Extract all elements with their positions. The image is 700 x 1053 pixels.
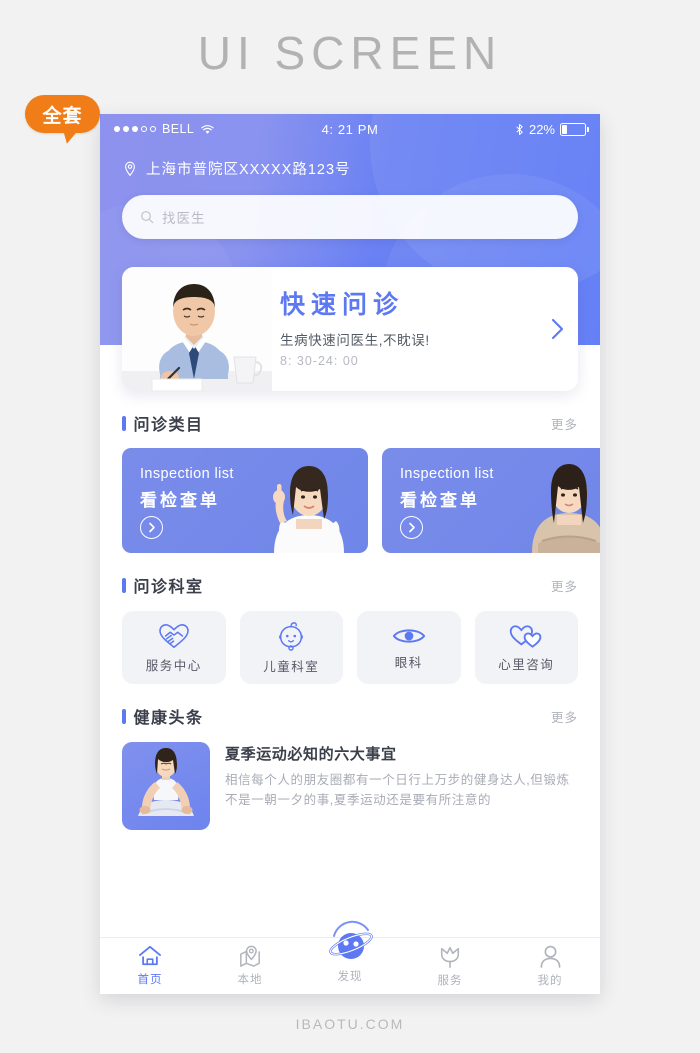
department-label: 心里咨询 — [498, 657, 555, 672]
double-heart-icon — [509, 624, 542, 648]
department-item-service-center[interactable]: 服务中心 — [122, 611, 226, 684]
handshake-heart-icon — [158, 623, 189, 648]
more-link-departments[interactable]: 更多 — [551, 576, 578, 595]
baby-face-icon — [279, 621, 304, 651]
bluetooth-icon — [516, 123, 523, 135]
category-card-cn-label: 看检查单 — [140, 491, 220, 510]
department-label: 眼科 — [394, 655, 423, 670]
eye-icon — [392, 628, 425, 643]
phone-screen: BELL 4: 21 PM 22% 上海市普院区XXXXX路123号 找医生 快… — [100, 114, 600, 994]
tab-label: 首页 — [137, 974, 163, 986]
banner-time: 8: 30-24: 00 — [280, 354, 359, 368]
category-card-cn-label: 看检查单 — [400, 491, 480, 510]
category-card-row: Inspection list 看检查单 Inspection list 看检查… — [122, 448, 600, 553]
chevron-right-circle-icon — [408, 522, 415, 533]
department-label: 服务中心 — [145, 658, 202, 673]
tab-label: 服务 — [437, 974, 463, 987]
section-accent-bar — [122, 708, 126, 724]
status-bar: BELL 4: 21 PM 22% — [100, 114, 600, 144]
news-body: 夏季运动必知的六大事宜 相信每个人的朋友圈都有一个日行上万步的健身达人,但锻炼不… — [225, 742, 578, 830]
section-header-categories: 问诊类目 更多 — [122, 411, 578, 435]
search-placeholder: 找医生 — [162, 211, 206, 226]
department-row: 服务中心 儿童科室 眼科 心里咨询 — [122, 611, 578, 684]
tab-label: 本地 — [237, 974, 263, 986]
tab-label: 发现 — [337, 971, 363, 983]
full-set-badge: 全套 — [25, 95, 100, 146]
quick-consult-banner-wrapper: 快速问诊 生病快速问医生,不眈误! 8: 30-24: 00 — [100, 267, 600, 391]
section-title-categories: 问诊类目 — [133, 417, 204, 434]
tulip-icon — [440, 946, 460, 968]
battery-percent-label: 22% — [528, 121, 555, 137]
more-link-categories[interactable]: 更多 — [551, 414, 578, 433]
section-header-news: 健康头条 更多 — [122, 704, 578, 728]
woman-pointing-photo — [256, 453, 362, 553]
section-title-news: 健康头条 — [133, 710, 204, 727]
map-pin-icon — [125, 161, 135, 176]
section-accent-bar — [122, 415, 126, 431]
tab-service[interactable]: 服务 — [400, 945, 500, 988]
category-card-en-label: Inspection list — [140, 466, 234, 482]
category-card-arrow-button[interactable] — [140, 516, 163, 539]
category-card-arrow-button[interactable] — [400, 516, 423, 539]
tab-local[interactable]: 本地 — [200, 945, 300, 987]
news-description: 相信每个人的朋友圈都有一个日行上万步的健身达人,但锻炼不是一朝一夕的事,夏季运动… — [225, 773, 570, 808]
news-item[interactable]: 夏季运动必知的六大事宜 相信每个人的朋友圈都有一个日行上万步的健身达人,但锻炼不… — [122, 742, 578, 830]
home-icon — [139, 945, 161, 966]
badge-tail-icon — [59, 126, 80, 146]
tab-label: 我的 — [537, 974, 563, 987]
location-row[interactable]: 上海市普院区XXXXX路123号 — [100, 144, 600, 179]
department-label: 儿童科室 — [263, 659, 320, 674]
yoga-woman-photo — [122, 742, 210, 830]
user-icon — [540, 945, 560, 968]
location-map-icon — [240, 945, 260, 967]
planet-icon — [329, 920, 373, 959]
banner-text: 快速问诊 生病快速问医生,不眈误! 8: 30-24: 00 — [272, 290, 536, 368]
category-card[interactable]: Inspection list 看检查单 — [122, 448, 368, 553]
section-accent-bar — [122, 577, 126, 593]
department-item-children[interactable]: 儿童科室 — [239, 611, 343, 684]
tab-discover[interactable]: 发现 — [300, 920, 400, 984]
category-card-en-label: Inspection list — [400, 466, 494, 482]
woman-arms-crossed-photo — [516, 453, 600, 553]
banner-title: 快速问诊 — [280, 291, 405, 319]
tab-home[interactable]: 首页 — [100, 945, 200, 987]
chevron-right-icon — [551, 318, 563, 340]
bottom-navigation-bar: 首页 本地 发现 服务 我的 — [100, 920, 600, 994]
battery-icon — [560, 122, 589, 136]
department-item-psychology[interactable]: 心里咨询 — [474, 611, 578, 684]
category-card[interactable]: Inspection list 看检查单 — [382, 448, 600, 553]
page-title: UI SCREEN — [197, 27, 503, 79]
footer-watermark: IBAOTU.COM — [295, 1016, 405, 1032]
department-item-ophthalmology[interactable]: 眼科 — [357, 611, 461, 684]
section-header-departments: 问诊科室 更多 — [122, 573, 578, 597]
banner-arrow-button[interactable] — [536, 318, 578, 340]
doctor-photo — [122, 267, 272, 391]
location-label: 上海市普院区XXXXX路123号 — [146, 162, 351, 178]
quick-consult-banner[interactable]: 快速问诊 生病快速问医生,不眈误! 8: 30-24: 00 — [122, 267, 578, 391]
tab-mine[interactable]: 我的 — [500, 945, 600, 988]
search-input[interactable]: 找医生 — [122, 195, 578, 239]
chevron-right-circle-icon — [148, 522, 155, 533]
more-link-news[interactable]: 更多 — [551, 707, 578, 726]
section-title-departments: 问诊科室 — [133, 579, 204, 596]
banner-subtitle: 生病快速问医生,不眈误! — [280, 333, 430, 348]
news-title: 夏季运动必知的六大事宜 — [225, 746, 397, 763]
search-icon — [141, 211, 154, 224]
